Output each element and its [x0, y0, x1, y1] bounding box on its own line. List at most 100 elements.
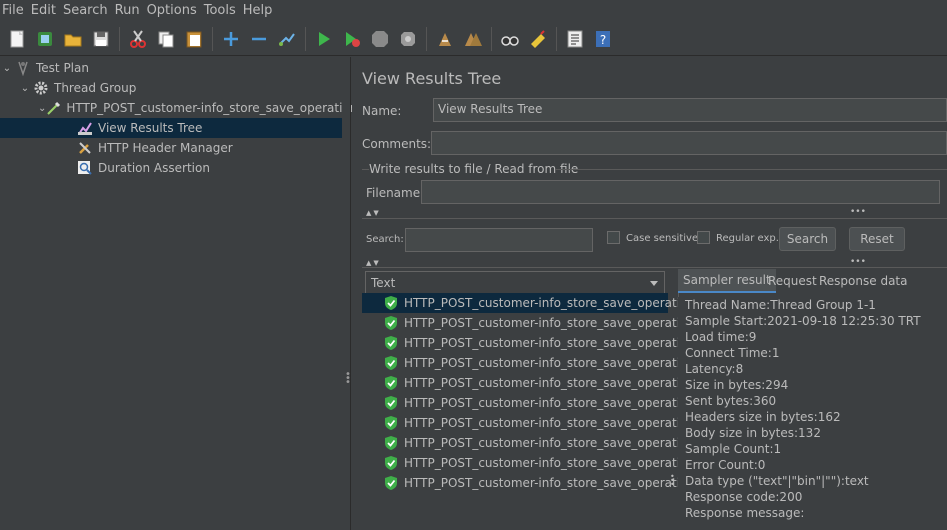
shutdown-icon[interactable]	[396, 27, 420, 51]
paste-icon[interactable]	[182, 27, 206, 51]
case-sensitive-checkbox[interactable]	[607, 231, 620, 244]
tree-node-thread-group[interactable]: ⌄ Thread Group	[18, 78, 342, 98]
success-shield-icon	[384, 355, 398, 371]
menu-run[interactable]: Run	[113, 0, 145, 22]
table-row[interactable]: HTTP_POST_customer-info_store_save_opera…	[362, 293, 695, 313]
detail-line: Sample Count:1	[685, 442, 782, 456]
splitter-arrows-icon[interactable]: ▲▼	[366, 259, 381, 267]
tab-sampler-result[interactable]: Sampler result	[678, 269, 776, 293]
menu-options[interactable]: Options	[145, 0, 202, 22]
table-row[interactable]: HTTP_POST_customer-info_store_save_opera…	[362, 313, 695, 333]
splitter[interactable]	[362, 218, 947, 219]
result-label: HTTP_POST_customer-info_store_save_opera…	[404, 356, 695, 370]
chevron-down-icon[interactable]: ⌄	[0, 63, 14, 74]
renderer-select[interactable]: Text	[365, 271, 665, 295]
start-no-pause-icon[interactable]	[340, 27, 364, 51]
tree-label: HTTP Header Manager	[98, 141, 233, 155]
menu-edit[interactable]: Edit	[29, 0, 61, 22]
comments-field[interactable]	[431, 131, 947, 155]
save-icon[interactable]	[89, 27, 113, 51]
tab-response-data[interactable]: Response data	[814, 269, 912, 293]
toolbar-separator	[119, 26, 120, 51]
tree-node-header-manager[interactable]: HTTP Header Manager	[76, 138, 342, 158]
menu-search[interactable]: Search	[61, 0, 113, 22]
function-helper-icon[interactable]	[563, 27, 587, 51]
tree-node-view-results-tree[interactable]: View Results Tree	[0, 118, 342, 138]
tree-node-test-plan[interactable]: ⌄ Test Plan	[0, 58, 342, 78]
start-icon[interactable]	[312, 27, 336, 51]
toolbar-separator	[556, 26, 557, 51]
new-icon[interactable]	[5, 27, 29, 51]
search-button[interactable]: Search	[779, 227, 836, 251]
result-label: HTTP_POST_customer-info_store_save_opera…	[404, 456, 695, 470]
search-icon[interactable]	[498, 27, 522, 51]
detail-line: Connect Time:1	[685, 346, 780, 360]
splitter-dots-icon[interactable]: •••	[850, 257, 866, 267]
menu-help[interactable]: Help	[241, 0, 278, 22]
table-row[interactable]: HTTP_POST_customer-info_store_save_opera…	[362, 413, 695, 433]
splitter[interactable]	[362, 267, 947, 268]
splitter-arrows-icon[interactable]: ▲▼	[366, 209, 381, 217]
stop-icon[interactable]	[368, 27, 392, 51]
search-input[interactable]	[405, 228, 593, 252]
expand-icon[interactable]	[219, 27, 243, 51]
drag-handle-icon[interactable]: • • •	[670, 473, 675, 489]
reset-button[interactable]: Reset	[849, 227, 905, 251]
toggle-icon[interactable]	[275, 27, 299, 51]
table-row[interactable]: HTTP_POST_customer-info_store_save_opera…	[362, 333, 695, 353]
test-plan-tree[interactable]: ⌄ Test Plan ⌄ Thread Group ⌄ HTTP_POST_c…	[0, 57, 357, 530]
detail-line: Response message:	[685, 506, 805, 520]
results-list[interactable]: HTTP_POST_customer-info_store_save_opera…	[362, 293, 695, 530]
detail-line: Latency:8	[685, 362, 744, 376]
name-field[interactable]: View Results Tree	[433, 98, 947, 122]
drag-handle-icon[interactable]: • • •	[345, 370, 351, 388]
table-row[interactable]: HTTP_POST_customer-info_store_save_opera…	[362, 473, 695, 493]
tree-node-sampler[interactable]: ⌄ HTTP_POST_customer-info_store_save_ope…	[38, 98, 357, 118]
reset-search-icon[interactable]	[526, 27, 550, 51]
open-icon[interactable]	[61, 27, 85, 51]
success-shield-icon	[384, 295, 398, 311]
cut-icon[interactable]	[126, 27, 150, 51]
templates-icon[interactable]	[33, 27, 57, 51]
menu-file[interactable]: File	[0, 0, 29, 22]
search-label: Search:	[366, 234, 404, 245]
regular-exp-checkbox[interactable]	[697, 231, 710, 244]
table-row[interactable]: HTTP_POST_customer-info_store_save_opera…	[362, 453, 695, 473]
case-sensitive-label: Case sensitive	[626, 233, 699, 244]
result-label: HTTP_POST_customer-info_store_save_opera…	[404, 436, 695, 450]
chevron-down-icon[interactable]: ⌄	[18, 83, 32, 94]
success-shield-icon	[384, 315, 398, 331]
tree-node-duration-assertion[interactable]: Duration Assertion	[76, 158, 342, 178]
view-results-tree-panel: View Results Tree Name: View Results Tre…	[352, 57, 947, 530]
detail-line: Error Count:0	[685, 458, 766, 472]
split-pane-divider[interactable]: • • •	[342, 57, 351, 530]
clear-all-icon[interactable]	[461, 27, 485, 51]
menu-tools[interactable]: Tools	[202, 0, 241, 22]
tree-label: View Results Tree	[98, 121, 203, 135]
chevron-down-icon[interactable]: ⌄	[38, 103, 46, 114]
gear-icon	[32, 79, 50, 97]
success-shield-icon	[384, 375, 398, 391]
table-row[interactable]: HTTP_POST_customer-info_store_save_opera…	[362, 353, 695, 373]
table-row[interactable]: HTTP_POST_customer-info_store_save_opera…	[362, 433, 695, 453]
table-row[interactable]: HTTP_POST_customer-info_store_save_opera…	[362, 393, 695, 413]
detail-line: Data type ("text"|"bin"|""):text	[685, 474, 869, 488]
collapse-icon[interactable]	[247, 27, 271, 51]
splitter-dots-icon[interactable]: •••	[850, 207, 866, 217]
tab-request[interactable]: Request	[763, 269, 822, 293]
success-shield-icon	[384, 455, 398, 471]
help-icon[interactable]: ?	[591, 27, 615, 51]
copy-icon[interactable]	[154, 27, 178, 51]
group-border	[362, 169, 369, 170]
renderer-selected-value: Text	[371, 276, 396, 290]
success-shield-icon	[384, 435, 398, 451]
detail-line: Size in bytes:294	[685, 378, 789, 392]
success-shield-icon	[384, 395, 398, 411]
filename-field[interactable]	[421, 180, 940, 204]
result-label: HTTP_POST_customer-info_store_save_opera…	[404, 396, 695, 410]
clear-icon[interactable]	[433, 27, 457, 51]
table-row[interactable]: HTTP_POST_customer-info_store_save_opera…	[362, 373, 695, 393]
pipette-icon	[46, 99, 62, 117]
chevron-down-icon	[650, 281, 658, 286]
svg-text:?: ?	[600, 33, 606, 47]
